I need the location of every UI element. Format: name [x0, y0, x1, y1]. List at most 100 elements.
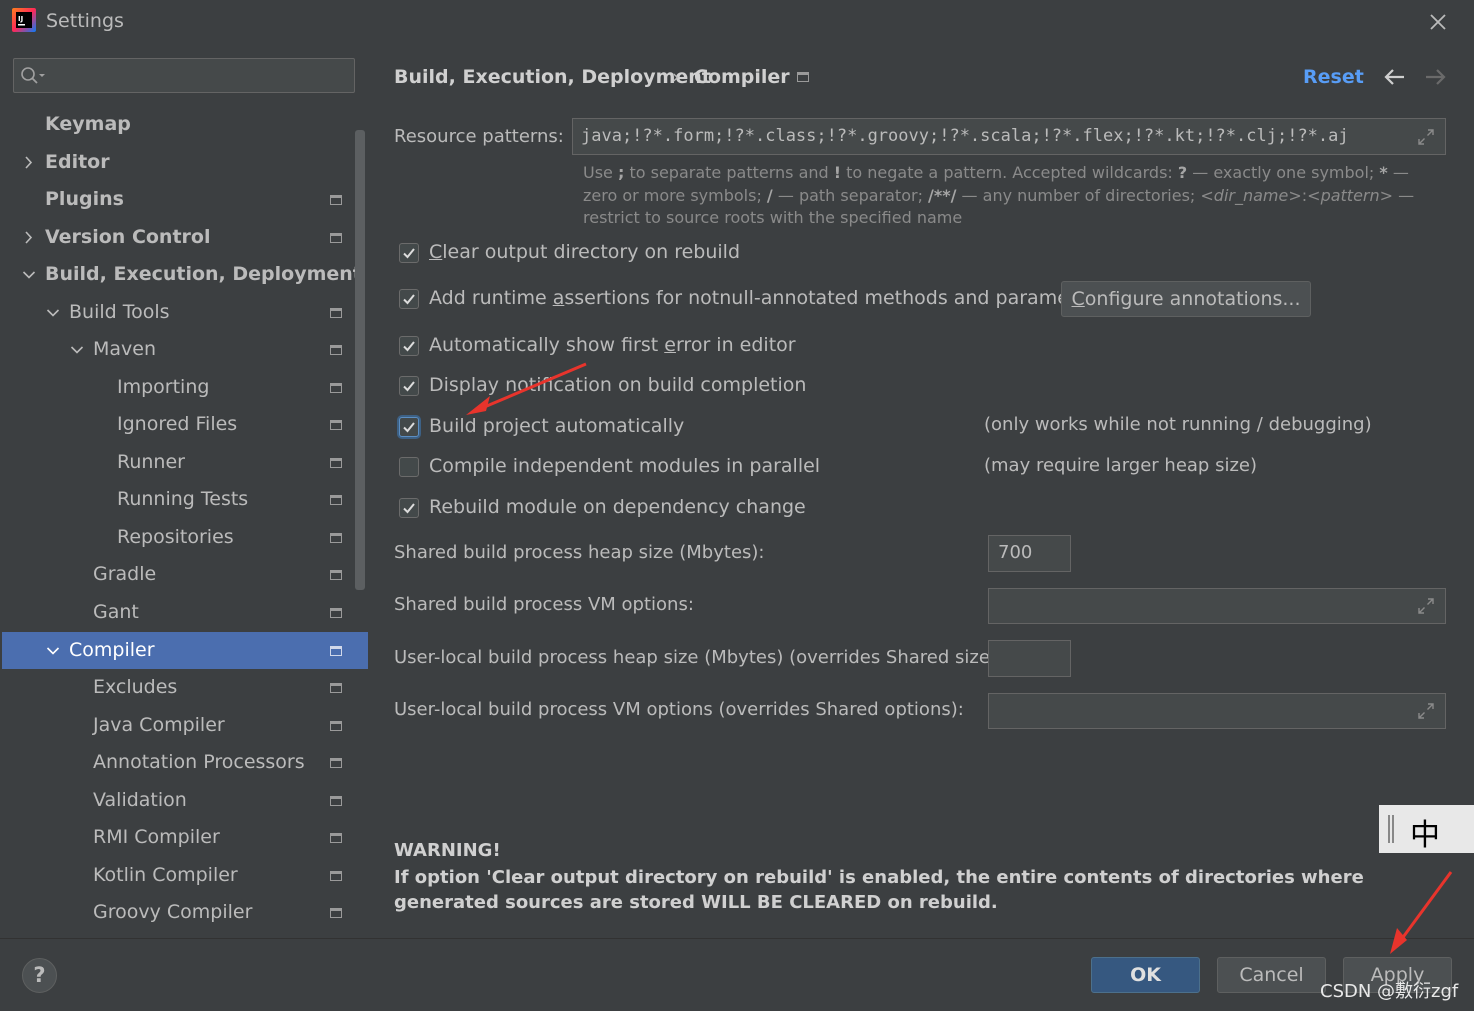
sidebar-item-label: Version Control: [45, 226, 211, 248]
ok-button[interactable]: OK: [1091, 957, 1200, 993]
sidebar-item-runner[interactable]: Runner: [2, 444, 368, 481]
sidebar-item-compiler[interactable]: Compiler: [2, 632, 368, 669]
resource-patterns-input[interactable]: java;!?*.form;!?*.class;!?*.groovy;!?*.s…: [572, 118, 1446, 155]
vm-options-input[interactable]: [988, 588, 1446, 624]
build-notification-checkbox[interactable]: [399, 376, 419, 396]
sidebar-item-groovy-compiler[interactable]: Groovy Compiler: [2, 894, 368, 931]
sidebar-item-build-tools[interactable]: Build Tools: [2, 294, 368, 331]
rebuild-on-dependency-checkbox[interactable]: [399, 498, 419, 518]
project-settings-icon: [330, 796, 342, 806]
sidebar-scrollbar[interactable]: [355, 130, 365, 590]
sidebar-item-plugins[interactable]: Plugins: [2, 181, 368, 218]
sidebar-item-java-compiler[interactable]: Java Compiler: [2, 707, 368, 744]
window-title: Settings: [46, 10, 124, 32]
sidebar-item-importing[interactable]: Importing: [2, 369, 368, 406]
expand-icon[interactable]: [1417, 128, 1435, 146]
user-vm-options-label: User-local build process VM options (ove…: [394, 699, 964, 720]
close-icon[interactable]: [1424, 8, 1452, 36]
heap-size-input[interactable]: 700: [988, 535, 1071, 572]
clear-output-checkbox[interactable]: [399, 243, 419, 263]
parallel-compile-note: (may require larger heap size): [984, 455, 1257, 476]
project-settings-icon: [330, 833, 342, 843]
user-vm-options-input[interactable]: [988, 693, 1446, 729]
breadcrumb-current: Compiler: [694, 66, 790, 88]
sidebar-item-maven[interactable]: Maven: [2, 331, 368, 368]
sidebar-item-label: Runner: [117, 451, 185, 473]
sidebar-item-gant[interactable]: Gant: [2, 594, 368, 631]
resource-patterns-hint: Use ; to separate patterns and ! to nega…: [583, 163, 1415, 227]
rebuild-on-dependency-label[interactable]: Rebuild module on dependency change: [429, 496, 806, 518]
sidebar-item-editor[interactable]: Editor: [2, 144, 368, 181]
reset-link[interactable]: Reset: [1303, 66, 1364, 88]
sidebar-item-validation[interactable]: Validation: [2, 782, 368, 819]
runtime-assertions-checkbox[interactable]: [399, 289, 419, 309]
project-settings-icon: [330, 495, 342, 505]
project-settings-icon: [330, 683, 342, 693]
ime-language-indicator[interactable]: 中: [1410, 810, 1440, 854]
project-settings-icon: [330, 308, 342, 318]
sidebar-item-repositories[interactable]: Repositories: [2, 519, 368, 556]
build-automatically-checkbox[interactable]: [399, 417, 419, 437]
sidebar-item-annotation-processors[interactable]: Annotation Processors: [2, 744, 368, 781]
sidebar-item-ignored-files[interactable]: Ignored Files: [2, 406, 368, 443]
clear-output-label[interactable]: Clear output directory on rebuild: [429, 241, 740, 263]
parallel-compile-label[interactable]: Compile independent modules in parallel: [429, 455, 820, 477]
project-settings-icon: [330, 721, 342, 731]
sidebar-item-label: Importing: [117, 376, 210, 398]
sidebar-item-version-control[interactable]: Version Control: [2, 219, 368, 256]
project-settings-icon: [330, 420, 342, 430]
sidebar-item-label: Plugins: [45, 188, 124, 210]
parallel-compile-checkbox[interactable]: [399, 457, 419, 477]
sidebar-item-label: Groovy Compiler: [93, 901, 253, 923]
user-heap-size-input[interactable]: [988, 640, 1071, 677]
annotation-arrow-apply: [1390, 871, 1453, 954]
project-settings-icon: [330, 570, 342, 580]
sidebar-item-running-tests[interactable]: Running Tests: [2, 481, 368, 518]
sidebar-item-label: Kotlin Compiler: [93, 864, 238, 886]
expand-icon[interactable]: [1417, 702, 1435, 720]
cancel-button[interactable]: Cancel: [1217, 957, 1326, 993]
project-settings-icon: [330, 533, 342, 543]
sidebar-item-label: Gant: [93, 601, 139, 623]
chevron-down-icon[interactable]: [22, 256, 36, 293]
sidebar-item-kotlin-compiler[interactable]: Kotlin Compiler: [2, 857, 368, 894]
csdn-watermark: CSDN @敷衍zgf: [1320, 981, 1459, 1002]
chevron-down-icon[interactable]: [46, 294, 60, 331]
sidebar-item-build-execution-deployment[interactable]: Build, Execution, Deployment: [2, 256, 368, 293]
runtime-assertions-label[interactable]: Add runtime assertions for notnull-annot…: [429, 287, 1106, 309]
sidebar-item-rmi-compiler[interactable]: RMI Compiler: [2, 819, 368, 856]
search-icon: [21, 67, 45, 84]
sidebar-item-label: Java Compiler: [93, 714, 225, 736]
expand-icon[interactable]: [1417, 597, 1435, 615]
project-settings-icon: [330, 908, 342, 918]
project-settings-icon: [330, 458, 342, 468]
forward-arrow-icon[interactable]: [1422, 66, 1448, 88]
sidebar-item-label: Compiler: [69, 639, 155, 661]
chevron-down-icon[interactable]: [70, 331, 84, 368]
sidebar-item-label: Keymap: [45, 113, 131, 135]
sidebar-item-gradle[interactable]: Gradle: [2, 556, 368, 593]
breadcrumb-parent: Build, Execution, Deployment: [394, 66, 711, 88]
sidebar-item-keymap[interactable]: Keymap: [2, 106, 368, 143]
project-settings-icon: [330, 608, 342, 618]
project-settings-icon: [330, 646, 342, 656]
chevron-right-icon[interactable]: [22, 144, 36, 181]
project-settings-icon: [330, 195, 342, 205]
chevron-down-icon[interactable]: [46, 632, 60, 669]
chevron-right-icon[interactable]: [22, 219, 36, 256]
show-first-error-checkbox[interactable]: [399, 336, 419, 356]
show-first-error-label[interactable]: Automatically show first error in editor: [429, 334, 796, 356]
sidebar-item-label: Maven: [93, 338, 157, 360]
sidebar-item-excludes[interactable]: Excludes: [2, 669, 368, 706]
ime-drag-handle[interactable]: [1388, 815, 1394, 843]
help-button[interactable]: ?: [22, 958, 57, 993]
settings-search-input[interactable]: [13, 58, 355, 93]
project-settings-icon: [330, 345, 342, 355]
sidebar-item-label: Editor: [45, 151, 110, 173]
heap-size-label: Shared build process heap size (Mbytes):: [394, 542, 765, 563]
resource-patterns-value: java;!?*.form;!?*.class;!?*.groovy;!?*.s…: [581, 126, 1349, 146]
sidebar-item-label: Annotation Processors: [93, 751, 305, 773]
configure-annotations-button[interactable]: Configure annotations...: [1061, 281, 1311, 317]
back-arrow-icon[interactable]: [1382, 66, 1408, 88]
sidebar-item-label: Build Tools: [69, 301, 170, 323]
